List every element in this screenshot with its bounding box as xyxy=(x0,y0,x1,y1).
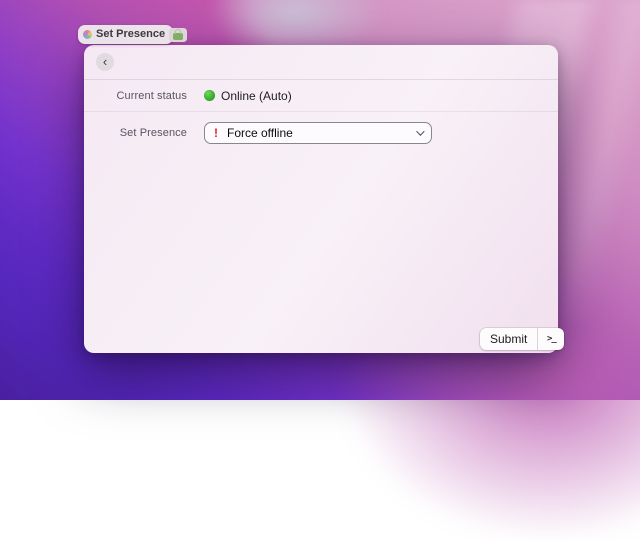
submit-button[interactable]: Submit xyxy=(480,328,537,350)
presence-form: Current status Online (Auto) Set Presenc… xyxy=(84,80,558,144)
presence-select[interactable]: ! Force offline xyxy=(204,122,432,144)
current-status-value-group: Online (Auto) xyxy=(204,89,292,103)
current-status-label: Current status xyxy=(116,89,187,102)
chevron-down-icon xyxy=(416,127,425,136)
set-presence-window: ‹ Current status Online (Auto) Set Prese… xyxy=(84,45,565,353)
window-titlebar: ‹ xyxy=(84,45,558,80)
terminal-prompt-icon: >_ xyxy=(546,334,557,344)
secure-lock-badge xyxy=(169,27,188,42)
terminal-button[interactable]: >_ xyxy=(538,328,564,350)
online-status-dot-icon xyxy=(204,90,215,101)
chevron-left-icon: ‹ xyxy=(102,54,108,69)
set-presence-row: Set Presence ! Force offline xyxy=(84,112,558,144)
lock-icon xyxy=(173,28,184,40)
warning-exclamation-icon: ! xyxy=(214,126,218,140)
set-presence-label: Set Presence xyxy=(119,127,187,139)
back-button[interactable]: ‹ xyxy=(96,53,114,71)
tab-title: Set Presence xyxy=(96,28,166,40)
window-title-tab[interactable]: Set Presence xyxy=(78,25,188,44)
app-pinwheel-icon xyxy=(83,30,92,39)
presence-selected-option: Force offline xyxy=(227,126,293,140)
submit-split-button: Submit >_ xyxy=(480,328,565,350)
current-status-value: Online (Auto) xyxy=(221,88,292,103)
current-status-row: Current status Online (Auto) xyxy=(84,80,558,111)
set-presence-control-group: ! Force offline xyxy=(204,122,432,144)
